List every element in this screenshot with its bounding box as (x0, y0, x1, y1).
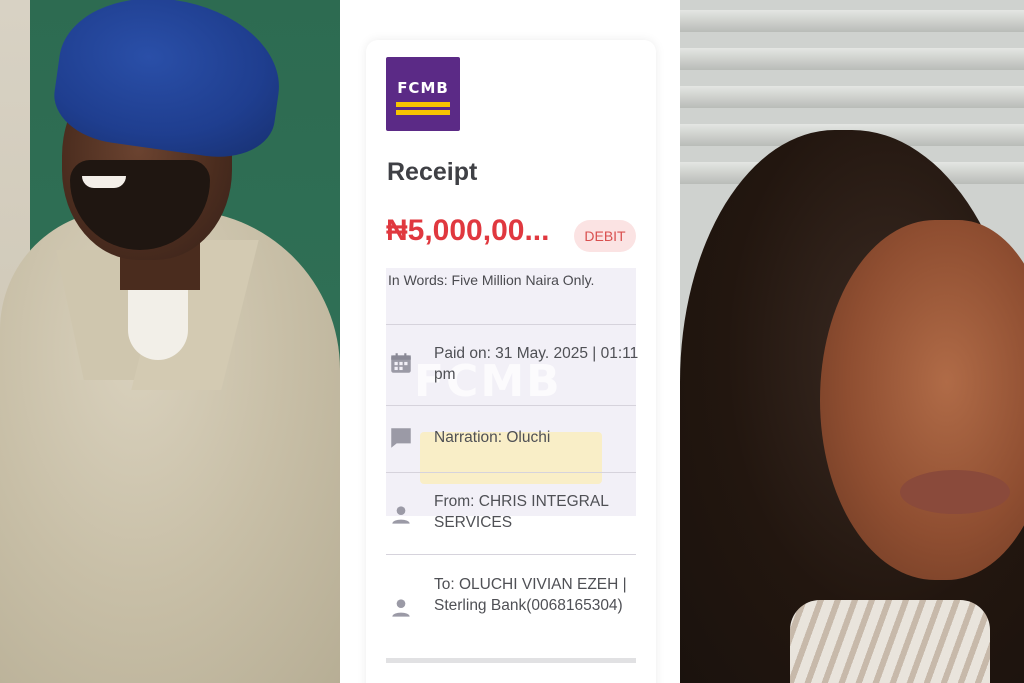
user-icon (388, 502, 414, 528)
amount-in-words-box: In Words: Five Million Naira Only. (386, 268, 636, 324)
logo-text: FCMB (397, 79, 449, 97)
window-blind (680, 86, 1024, 108)
divider (386, 324, 636, 325)
logo-bar-bottom (396, 110, 450, 115)
man-photo (0, 0, 340, 683)
logo-bar-top (396, 102, 450, 107)
calendar-icon (388, 350, 414, 376)
divider (386, 658, 636, 663)
debit-badge: DEBIT (574, 220, 636, 252)
woman-photo (680, 0, 1024, 683)
paid-on-text: Paid on: 31 May. 2025 | 01:11 pm (434, 345, 639, 383)
narration-text: Narration: Oluchi (434, 429, 551, 446)
amount-in-words: In Words: Five Million Naira Only. (388, 272, 595, 288)
divider (386, 554, 636, 555)
receipt-screenshot: FCMB Receipt ₦5,000,00... DEBIT In Words… (340, 0, 680, 683)
fcmb-logo: FCMB (386, 57, 460, 131)
page-title: Receipt (387, 158, 478, 186)
divider (386, 472, 636, 473)
recipient-text: To: OLUCHI VIVIAN EZEH | Sterling Bank(0… (434, 576, 627, 614)
lips (900, 470, 1010, 514)
window-blind (680, 10, 1024, 32)
user-icon (388, 595, 414, 621)
amount: ₦5,000,00... (386, 214, 550, 247)
smile (82, 176, 126, 188)
divider (386, 405, 636, 406)
sender-text: From: CHRIS INTEGRAL SERVICES (434, 493, 609, 531)
window-blind (680, 48, 1024, 70)
striped-shirt (790, 600, 990, 683)
chat-icon (388, 425, 414, 451)
